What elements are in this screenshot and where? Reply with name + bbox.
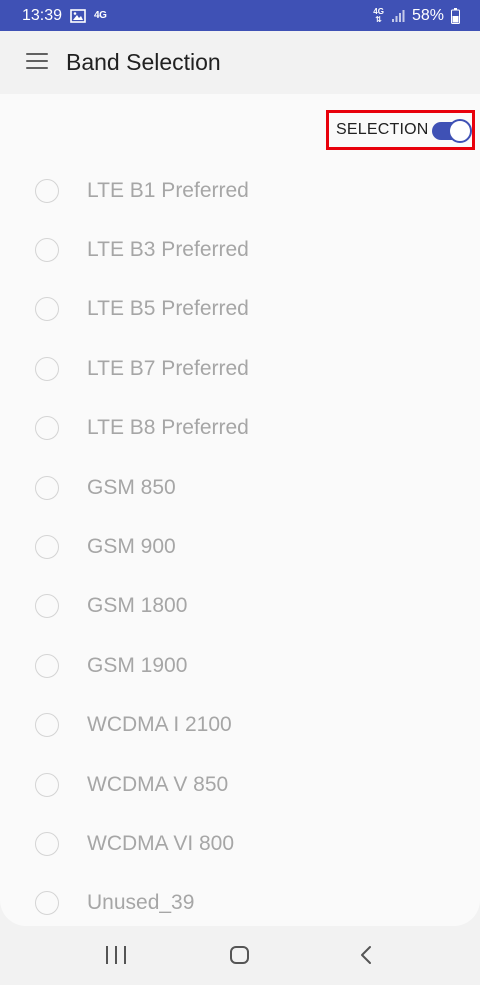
- band-label: LTE B1 Preferred: [87, 178, 249, 202]
- radio-button[interactable]: [35, 475, 59, 500]
- signal-bars-icon: [391, 9, 405, 22]
- band-item-wcdma-i-2100[interactable]: WCDMA I 2100: [0, 696, 480, 755]
- band-label: GSM 850: [87, 475, 176, 499]
- status-left: 13:39 4G: [22, 6, 107, 25]
- radio-button[interactable]: [35, 356, 59, 381]
- battery-icon: [451, 7, 460, 24]
- band-item-lte-b1[interactable]: LTE B1 Preferred: [0, 161, 480, 220]
- radio-button[interactable]: [35, 238, 59, 263]
- band-label: LTE B5 Preferred: [87, 297, 249, 321]
- band-label: LTE B3 Preferred: [87, 238, 249, 262]
- radio-button[interactable]: [35, 594, 59, 619]
- image-icon: [70, 8, 86, 23]
- band-label: Unused_39: [87, 891, 195, 915]
- band-item-gsm-1800[interactable]: GSM 1800: [0, 577, 480, 636]
- radio-button[interactable]: [35, 653, 59, 678]
- back-icon[interactable]: [358, 945, 374, 965]
- page-title: Band Selection: [66, 49, 221, 75]
- band-label: LTE B8 Preferred: [87, 416, 249, 440]
- navigation-bar: [0, 926, 480, 985]
- band-item-gsm-900[interactable]: GSM 900: [0, 517, 480, 576]
- recent-apps-icon[interactable]: [106, 946, 126, 964]
- band-label: GSM 900: [87, 535, 176, 559]
- selection-switch[interactable]: [432, 119, 472, 143]
- band-item-lte-b8[interactable]: LTE B8 Preferred: [0, 399, 480, 458]
- radio-button[interactable]: [35, 772, 59, 797]
- band-item-lte-b7[interactable]: LTE B7 Preferred: [0, 339, 480, 398]
- status-time: 13:39: [22, 6, 63, 24]
- band-label: WCDMA I 2100: [87, 713, 232, 737]
- radio-button[interactable]: [35, 178, 59, 203]
- band-item-gsm-1900[interactable]: GSM 1900: [0, 636, 480, 695]
- band-item-lte-b3[interactable]: LTE B3 Preferred: [0, 220, 480, 279]
- band-label: WCDMA V 850: [87, 772, 229, 796]
- band-label: GSM 1900: [87, 653, 188, 677]
- band-item-unused-39[interactable]: Unused_39: [0, 874, 480, 926]
- battery-percent: 58%: [411, 6, 444, 24]
- radio-button[interactable]: [35, 416, 59, 441]
- band-label: GSM 1800: [87, 594, 188, 618]
- band-label: LTE B7 Preferred: [87, 356, 249, 380]
- selection-toggle-label: SELECTION: [336, 121, 429, 138]
- band-item-wcdma-v-850[interactable]: WCDMA V 850: [0, 755, 480, 814]
- app-bar: Band Selection: [0, 31, 480, 94]
- band-item-gsm-850[interactable]: GSM 850: [0, 458, 480, 517]
- band-label: WCDMA VI 800: [87, 831, 235, 855]
- band-item-wcdma-vi-800[interactable]: WCDMA VI 800: [0, 814, 480, 873]
- radio-button[interactable]: [35, 297, 59, 322]
- band-list: LTE B1 Preferred LTE B3 Preferred LTE B5…: [0, 161, 480, 926]
- radio-button[interactable]: [35, 713, 59, 738]
- radio-button[interactable]: [35, 891, 59, 916]
- switch-thumb: [448, 119, 472, 143]
- radio-button[interactable]: [35, 535, 59, 560]
- hamburger-menu-icon[interactable]: [26, 53, 48, 69]
- status-bar: 13:39 4G 4G ⇅ 58%: [0, 0, 480, 31]
- network-type-left: 4G: [94, 10, 107, 21]
- selection-toggle-highlight[interactable]: SELECTION: [326, 110, 475, 150]
- network-type-right: 4G ⇅: [373, 6, 384, 24]
- home-icon[interactable]: [230, 946, 249, 964]
- status-right: 4G ⇅ 58%: [373, 7, 460, 25]
- band-selection-content: SELECTION LTE B1 Preferred LTE B3 Prefer…: [0, 94, 480, 926]
- radio-button[interactable]: [35, 831, 59, 856]
- band-item-lte-b5[interactable]: LTE B5 Preferred: [0, 280, 480, 339]
